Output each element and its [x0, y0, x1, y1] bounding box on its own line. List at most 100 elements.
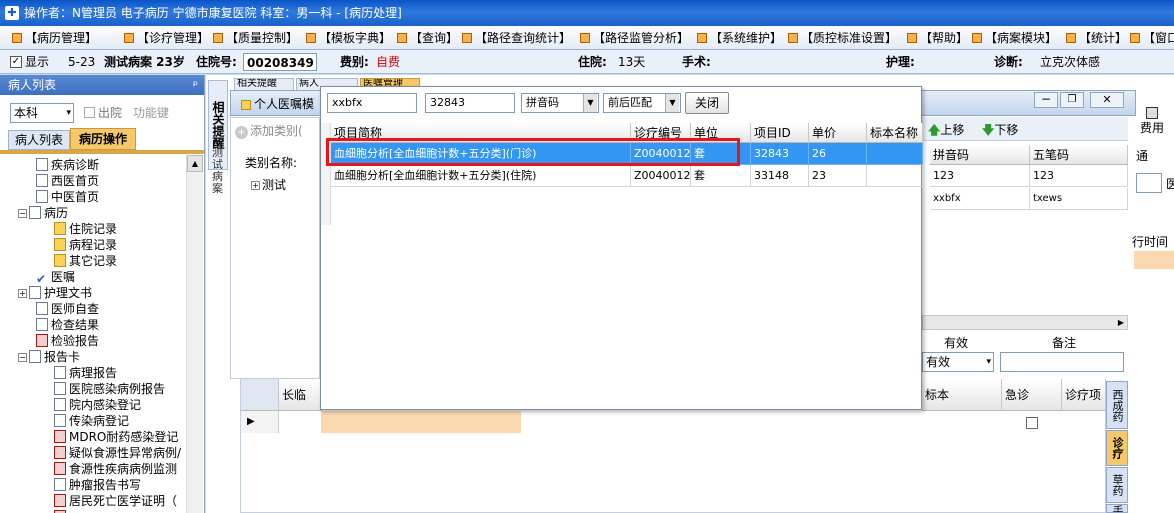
- show-checkbox[interactable]: ✓: [10, 56, 22, 68]
- tree-item-report-cards[interactable]: − 报告卡: [18, 349, 80, 365]
- row-specimen-name[interactable]: [867, 165, 923, 187]
- search-mode-select[interactable]: 拼音码 ▼: [521, 93, 599, 113]
- expand-icon[interactable]: +: [251, 181, 260, 190]
- menu-statistics[interactable]: 【统计】: [1066, 26, 1127, 50]
- tree-item-other-record[interactable]: 其它记录: [54, 253, 117, 269]
- tree-item-partial[interactable]: [54, 509, 69, 513]
- row-unit-price[interactable]: 26: [809, 143, 867, 165]
- tree-item-exam-results[interactable]: 检查结果: [36, 317, 99, 333]
- add-category-button[interactable]: + 添加类别(: [235, 122, 303, 139]
- move-down-button[interactable]: 🡇下移: [982, 121, 1018, 142]
- valid-select[interactable]: 有效 ▾: [922, 352, 994, 372]
- current-row-indicator: ▶: [241, 411, 279, 433]
- pin-icon[interactable]: ᵖ: [193, 75, 198, 95]
- tree-item-tcm-homepage[interactable]: 中医首页: [36, 189, 99, 205]
- menu-help[interactable]: 【帮助】: [907, 26, 968, 50]
- tree-item-tumor-report[interactable]: 肿瘤报告书写: [54, 477, 141, 493]
- menu-diagnosis-management[interactable]: 【诊疗管理】: [124, 26, 209, 50]
- tree-item-orders[interactable]: ✔ 医嘱: [36, 269, 75, 286]
- tree-item-suspected-foodborne[interactable]: 疑似食源性异常病例/: [54, 445, 181, 461]
- tree-item-western-homepage[interactable]: 西医首页: [36, 173, 99, 189]
- row-unit[interactable]: 套: [691, 165, 751, 187]
- menu-path-query-stats[interactable]: 【路径查询统计】: [462, 26, 571, 50]
- tree-item-nursing-docs[interactable]: + 护理文书: [18, 285, 92, 301]
- vtab-surgery[interactable]: 手: [1106, 504, 1128, 513]
- nursing-label: 护理:: [886, 55, 915, 69]
- report-icon: [54, 494, 66, 507]
- minimize-icon[interactable]: −: [1034, 92, 1058, 108]
- right-cell[interactable]: txews: [1030, 188, 1128, 210]
- discharged-checkbox[interactable]: [84, 107, 95, 118]
- code-search-input[interactable]: 32843: [425, 93, 515, 113]
- tree-item-admission-record[interactable]: 住院记录: [54, 221, 117, 237]
- menu-query[interactable]: 【查询】: [397, 26, 458, 50]
- right-cell[interactable]: xxbfx: [930, 188, 1030, 210]
- right-cell[interactable]: 123: [1030, 165, 1128, 187]
- tree-item-disease-diagnosis[interactable]: 疾病诊断: [36, 157, 99, 173]
- right-grid-hscroll[interactable]: ▶: [922, 315, 1128, 330]
- menu-icon: [1130, 33, 1140, 43]
- fee-button[interactable]: 费用: [1130, 107, 1174, 141]
- close-icon[interactable]: ✕: [1090, 92, 1124, 108]
- pinyin-search-input[interactable]: xxbfx: [327, 93, 417, 113]
- tree-item-mdro-infection[interactable]: MDRO耐药感染登记: [54, 429, 178, 445]
- tree-item-pathology-report[interactable]: 病理报告: [54, 365, 117, 381]
- bottom-row-orange[interactable]: [321, 411, 521, 433]
- fee-type-value: 自费: [376, 55, 401, 69]
- function-key-label: 功能键: [133, 106, 170, 120]
- menu-qc-standards[interactable]: 【质控标准设置】: [788, 26, 897, 50]
- document-icon: [54, 366, 66, 379]
- tree-item-foodborne-monitoring[interactable]: 食源性疾病病例监测: [54, 461, 186, 477]
- scroll-up-arrow[interactable]: ▲: [187, 155, 203, 172]
- tab-patient-list[interactable]: 病人列表: [8, 130, 70, 150]
- app-icon: ✚: [5, 6, 19, 20]
- folder-icon: [54, 222, 66, 235]
- tree-item-physician-selfcheck[interactable]: 医师自查: [36, 301, 99, 317]
- tab-emr-operations[interactable]: 病历操作: [70, 128, 136, 150]
- menu-icon: [907, 33, 917, 43]
- vtab-herbal[interactable]: 草药: [1106, 467, 1128, 503]
- col-item-id: 项目ID: [751, 123, 809, 143]
- mdro-icon: [54, 430, 66, 443]
- vtab-treatment[interactable]: 诊疗: [1106, 430, 1128, 466]
- row-specimen-name[interactable]: [867, 143, 923, 165]
- vtab-western-medicine[interactable]: 西成药: [1106, 381, 1128, 429]
- report-icon: [54, 446, 66, 459]
- row-item-id[interactable]: 33148: [751, 165, 809, 187]
- tab-reminders[interactable]: 相关提醒: [234, 78, 294, 90]
- tree-item-death-certificate[interactable]: 居民死亡医学证明（: [54, 493, 186, 509]
- move-up-button[interactable]: 🡅上移: [928, 121, 964, 142]
- right-cell[interactable]: 123: [930, 165, 1030, 187]
- menu-quality-control[interactable]: 【质量控制】: [213, 26, 298, 50]
- row-unit-price[interactable]: 23: [809, 165, 867, 187]
- chevron-down-icon: ▾: [66, 108, 71, 118]
- expand-icon[interactable]: +: [18, 289, 27, 298]
- arrow-up-icon: 🡅: [928, 123, 941, 137]
- tree-item-nosocomial-infection[interactable]: 院内感染登记: [54, 397, 141, 413]
- restore-icon[interactable]: ❐: [1060, 92, 1084, 108]
- tree-item-infectious-disease[interactable]: 传染病登记: [54, 413, 129, 429]
- menu-template-dict[interactable]: 【模板字典】: [306, 26, 391, 50]
- tree-scrollbar[interactable]: ▲: [186, 155, 203, 513]
- menu-case-module[interactable]: 【病案模块】: [972, 26, 1057, 50]
- right-edge-input[interactable]: [1136, 173, 1162, 193]
- row-treatment-code[interactable]: Z004001293: [631, 165, 691, 187]
- menu-window[interactable]: 【窗口: [1130, 26, 1174, 50]
- collapse-icon[interactable]: −: [18, 209, 27, 218]
- menu-path-supervision[interactable]: 【路径监管分析】: [580, 26, 689, 50]
- tree-item-progress-record[interactable]: 病程记录: [54, 237, 117, 253]
- tree-item-lab-reports[interactable]: 检验报告: [36, 333, 99, 349]
- tree-node-test[interactable]: + 测试: [251, 176, 286, 193]
- close-button[interactable]: 关闭: [685, 92, 729, 114]
- menu-emr-management[interactable]: 【病历管理】: [12, 26, 97, 50]
- tree-item-hospital-infection-report[interactable]: 医院感染病例报告: [54, 381, 165, 397]
- menu-system-maintenance[interactable]: 【系统维护】: [697, 26, 782, 50]
- remarks-input[interactable]: [1000, 352, 1124, 372]
- dept-select[interactable]: 本科 ▾: [10, 103, 74, 123]
- urgent-checkbox[interactable]: [1026, 417, 1038, 429]
- match-mode-select[interactable]: 前后匹配 ▼: [603, 93, 681, 113]
- collapse-icon[interactable]: −: [18, 353, 27, 362]
- row-item-name[interactable]: 血细胞分析[全血细胞计数+五分类](住院): [331, 165, 631, 187]
- tree-item-medical-record[interactable]: − 病历: [18, 205, 68, 221]
- row-item-id[interactable]: 32843: [751, 143, 809, 165]
